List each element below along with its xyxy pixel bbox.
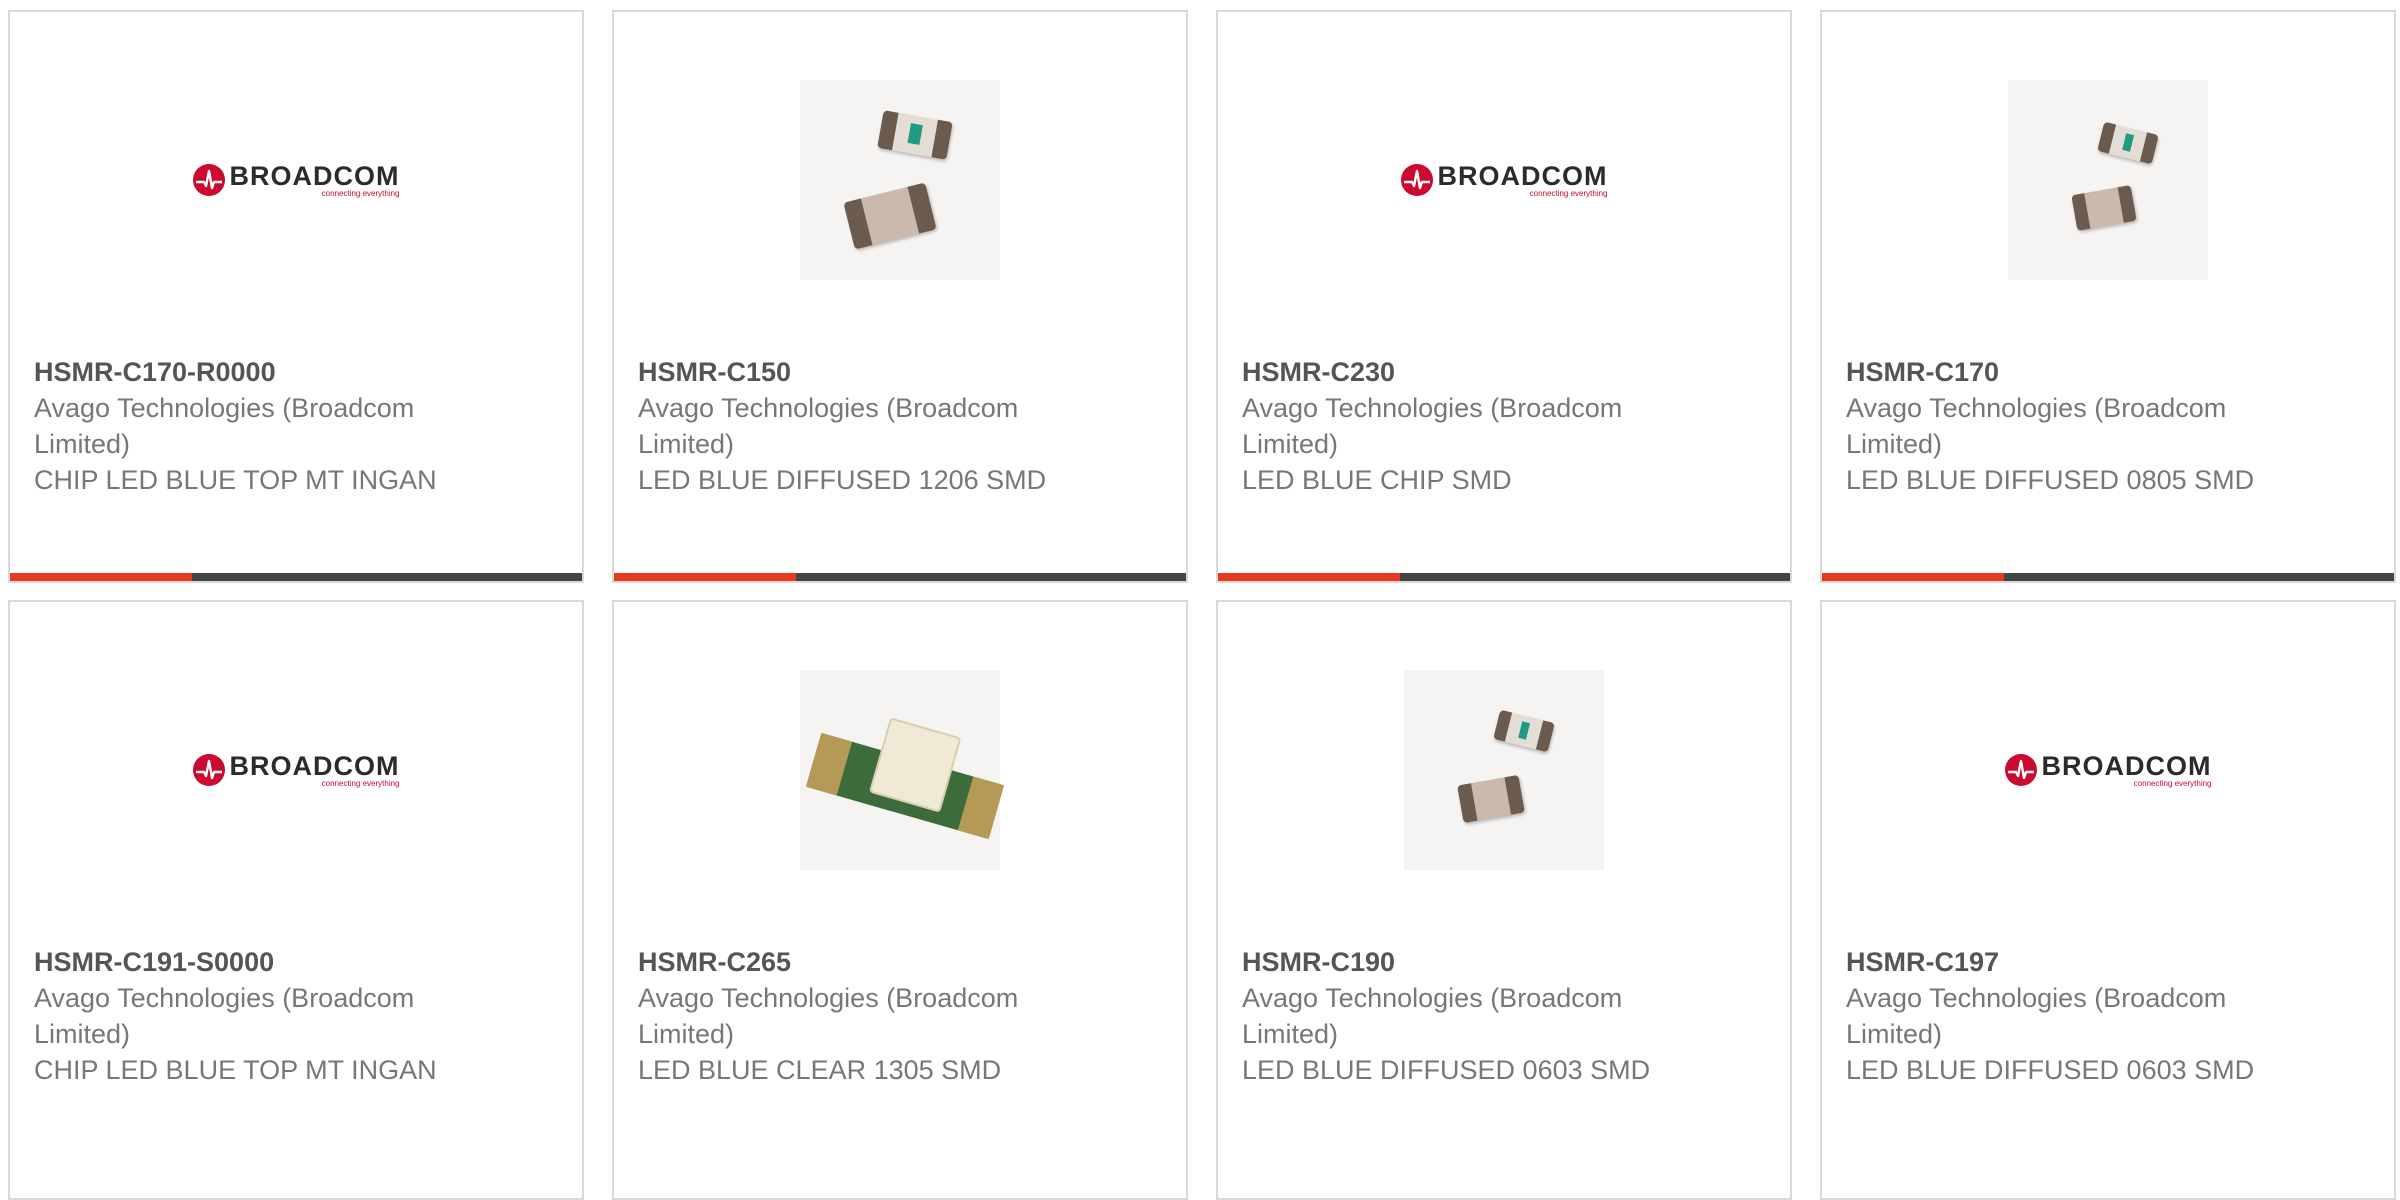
description: CHIP LED BLUE TOP MT INGAN <box>34 1055 437 1085</box>
card-footer-bar <box>614 573 1186 581</box>
manufacturer: Avago Technologies (Broadcom Limited) <box>1242 983 1623 1049</box>
product-image: BROADCOM connecting everything <box>1822 602 2394 937</box>
product-image <box>1218 602 1790 937</box>
product-image: BROADCOM connecting everything <box>10 12 582 347</box>
product-image <box>614 12 1186 347</box>
logo-tagline: connecting everything <box>321 188 400 198</box>
logo-wordmark: BROADCOM <box>1437 160 1608 191</box>
led-chip-photo <box>800 79 1000 280</box>
product-grid: BROADCOM connecting everything HSMR-C170… <box>0 0 2400 1200</box>
broadcom-pulse-icon <box>1400 163 1433 196</box>
product-card[interactable]: HSMR-C190 Avago Technologies (Broadcom L… <box>1216 600 1792 1200</box>
manufacturer: Avago Technologies (Broadcom Limited) <box>34 393 415 459</box>
broadcom-logo: BROADCOM connecting everything <box>1400 160 1608 198</box>
part-number[interactable]: HSMR-C190 <box>1242 944 1682 980</box>
product-image: BROADCOM connecting everything <box>1218 12 1790 347</box>
description: LED BLUE DIFFUSED 0805 SMD <box>1846 465 2255 495</box>
manufacturer: Avago Technologies (Broadcom Limited) <box>34 983 415 1049</box>
description: LED BLUE CLEAR 1305 SMD <box>638 1055 1002 1085</box>
broadcom-logo: BROADCOM connecting everything <box>192 160 400 198</box>
manufacturer: Avago Technologies (Broadcom Limited) <box>638 983 1019 1049</box>
product-card[interactable]: HSMR-C150 Avago Technologies (Broadcom L… <box>612 10 1188 583</box>
product-card[interactable]: HSMR-C170 Avago Technologies (Broadcom L… <box>1820 10 2396 583</box>
product-card[interactable]: BROADCOM connecting everything HSMR-C230… <box>1216 10 1792 583</box>
card-footer-bar <box>1822 573 2394 581</box>
broadcom-pulse-icon <box>192 163 225 196</box>
product-card[interactable]: HSMR-C265 Avago Technologies (Broadcom L… <box>612 600 1188 1200</box>
manufacturer: Avago Technologies (Broadcom Limited) <box>1846 393 2227 459</box>
product-card[interactable]: BROADCOM connecting everything HSMR-C197… <box>1820 600 2396 1200</box>
logo-tagline: connecting everything <box>321 778 400 788</box>
product-card[interactable]: BROADCOM connecting everything HSMR-C191… <box>8 600 584 1200</box>
description: LED BLUE DIFFUSED 0603 SMD <box>1846 1055 2255 1085</box>
card-footer-bar <box>1218 573 1790 581</box>
broadcom-pulse-icon <box>2004 753 2037 786</box>
manufacturer: Avago Technologies (Broadcom Limited) <box>1846 983 2227 1049</box>
manufacturer: Avago Technologies (Broadcom Limited) <box>638 393 1019 459</box>
broadcom-logo: BROADCOM connecting everything <box>192 750 400 788</box>
part-number[interactable]: HSMR-C230 <box>1242 354 1682 390</box>
led-lens-photo <box>800 669 1005 870</box>
description: LED BLUE DIFFUSED 1206 SMD <box>638 465 1047 495</box>
logo-wordmark: BROADCOM <box>2041 750 2212 781</box>
part-number[interactable]: HSMR-C170 <box>1846 354 2286 390</box>
logo-wordmark: BROADCOM <box>229 750 400 781</box>
led-chip-photo <box>2008 79 2208 280</box>
description: LED BLUE DIFFUSED 0603 SMD <box>1242 1055 1651 1085</box>
part-number[interactable]: HSMR-C197 <box>1846 944 2286 980</box>
led-chip-photo <box>1404 669 1604 870</box>
logo-tagline: connecting everything <box>1529 188 1608 198</box>
product-card[interactable]: BROADCOM connecting everything HSMR-C170… <box>8 10 584 583</box>
description: CHIP LED BLUE TOP MT INGAN <box>34 465 437 495</box>
description: LED BLUE CHIP SMD <box>1242 465 1512 495</box>
part-number[interactable]: HSMR-C191-S0000 <box>34 944 474 980</box>
product-image: BROADCOM connecting everything <box>10 602 582 937</box>
card-footer-bar <box>10 573 582 581</box>
part-number[interactable]: HSMR-C150 <box>638 354 1078 390</box>
product-image <box>1822 12 2394 347</box>
logo-tagline: connecting everything <box>2133 778 2212 788</box>
broadcom-logo: BROADCOM connecting everything <box>2004 750 2212 788</box>
logo-wordmark: BROADCOM <box>229 160 400 191</box>
manufacturer: Avago Technologies (Broadcom Limited) <box>1242 393 1623 459</box>
part-number[interactable]: HSMR-C265 <box>638 944 1078 980</box>
part-number[interactable]: HSMR-C170-R0000 <box>34 354 474 390</box>
product-image <box>614 602 1186 937</box>
broadcom-pulse-icon <box>192 753 225 786</box>
